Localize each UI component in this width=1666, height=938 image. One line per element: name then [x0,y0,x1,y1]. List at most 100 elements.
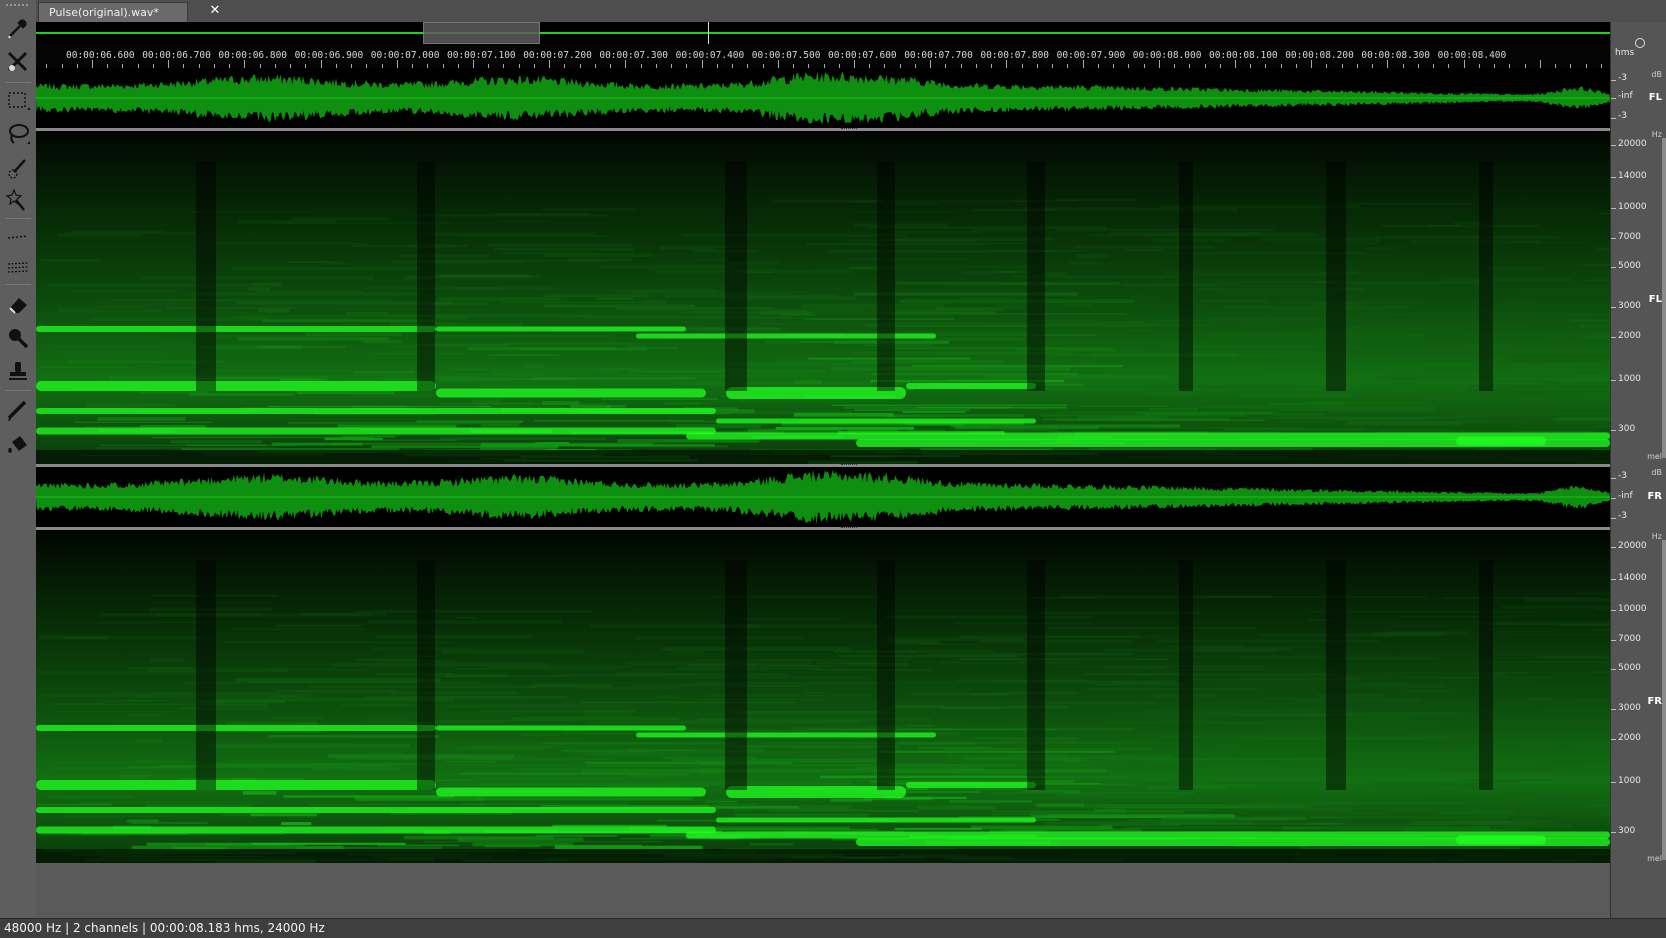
spectral-streak [1570,700,1610,702]
spectral-streak [771,199,884,204]
spectral-streak [799,341,925,343]
waveform-fl[interactable] [36,68,1610,128]
spectral-streak [207,743,410,748]
spectral-streak [74,421,212,423]
time-tick [930,60,932,68]
file-tab[interactable]: Pulse(original).wav* [38,2,188,22]
spectral-streak [1402,676,1552,679]
spectral-streak [960,296,1015,299]
spectral-streak [72,290,179,293]
spectrogram-fr[interactable] [36,530,1610,863]
spectral-gap [877,161,895,391]
spectral-streak [1059,375,1146,377]
zoom-knob-icon[interactable] [1635,38,1645,48]
eyedropper-icon[interactable] [4,14,32,42]
spectral-streak [445,673,508,678]
spectral-streak [108,375,329,380]
spectral-streak [1570,778,1610,782]
clone-stamp-icon[interactable] [4,358,32,386]
freq-scale-fr: Hz FR mel 20000 14000 10000 7000 5000 3000 200… [1610,530,1666,918]
spectral-streak [97,417,186,421]
time-tick-label: 00:00:08.000 [1132,50,1202,61]
spectral-streak [438,297,561,301]
spectral-streak [93,306,147,308]
spectral-streak [531,377,696,380]
spectral-streak [1370,680,1540,682]
spectral-streak [1548,315,1610,317]
spectral-streak [905,724,935,727]
spectral-streak [1215,773,1321,775]
waveform-fr[interactable] [36,467,1610,527]
spectral-streak [1052,354,1278,357]
formant-band [36,326,436,332]
freq-tick [1611,640,1616,641]
spectral-streak [194,242,367,244]
lasso-icon[interactable] [4,120,32,148]
spectral-streak [675,383,904,385]
scalpel-icon[interactable] [4,48,32,76]
spectrogram-fl[interactable] [36,131,1610,464]
spectral-streak [1409,732,1610,736]
spectral-streak [354,610,592,613]
overview-strip[interactable] [36,22,1610,44]
harmonic-line-icon[interactable] [4,222,32,250]
spectral-streak [43,345,164,347]
spectral-streak [911,364,1123,368]
time-ruler[interactable]: 00:00:06.600 00:00:06.700 00:00:06.800 00:0… [36,44,1610,69]
brush-select-icon[interactable] [4,154,32,182]
toolbar-grip[interactable] [6,4,28,11]
pencil-icon[interactable] [4,396,32,424]
spectral-streak [1216,682,1407,685]
freq-tick [1611,739,1616,740]
spectral-streak [262,319,435,322]
rect-select-icon[interactable] [4,86,32,114]
time-tick [701,60,703,68]
spectral-streak [1126,328,1153,332]
spectral-streak [661,647,851,651]
spectral-streak [64,231,197,235]
spectral-streak [1408,793,1610,797]
spectral-streak [495,212,590,216]
spectral-streak [255,290,364,293]
magnifier-icon[interactable] [4,324,32,352]
spectral-streak [1279,797,1331,801]
overview-viewport[interactable] [423,22,540,44]
spectral-streak [487,764,701,768]
spectral-streak [831,404,1068,406]
formant-band [36,807,716,813]
spectral-streak [1160,822,1343,825]
spectral-streak [300,722,426,724]
spectral-streak [1209,333,1424,338]
spectral-streak [1569,318,1610,323]
spectral-streak [1387,631,1469,635]
freq-tick-label: 10000 [1618,202,1647,212]
freq-tick-label: 300 [1618,826,1636,836]
spectral-streak [341,435,396,438]
spectral-streak [794,412,894,417]
spectral-streak [451,704,628,708]
spectral-streak [281,822,312,826]
spectral-streak [1203,405,1436,409]
spectral-streak [1106,758,1338,760]
spectral-streak [1399,616,1518,618]
spectral-streak [1350,403,1482,406]
spectral-streak [1340,811,1387,814]
spectral-streak [1585,279,1610,282]
spectral-streak [1501,605,1610,609]
spectral-streak [1076,254,1109,258]
spectral-streak [230,759,338,763]
spectral-streak [68,391,121,395]
spectral-streak [1224,801,1355,806]
spectral-streak [135,759,183,764]
close-icon[interactable]: ✕ [208,2,222,20]
magic-wand-icon[interactable] [4,186,32,214]
time-tick-label: 00:00:07.400 [675,50,745,61]
spectral-streak [1491,380,1558,383]
paint-bucket-icon[interactable] [4,430,32,458]
eraser-icon[interactable] [4,290,32,318]
freq-tick-label: 20000 [1618,541,1647,551]
spectral-streak [892,705,944,707]
spectral-streak [1134,411,1279,415]
multi-line-icon[interactable] [4,252,32,280]
spectral-streak [354,370,415,374]
